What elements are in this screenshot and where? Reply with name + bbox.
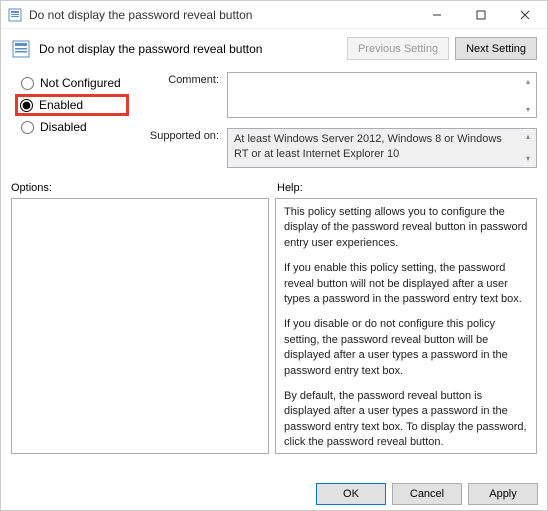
radio-disabled[interactable]: Disabled: [17, 116, 129, 138]
state-radios: Not Configured Enabled Disabled: [17, 72, 129, 168]
options-label: Options:: [11, 182, 277, 194]
radio-enabled-input[interactable]: [20, 99, 33, 112]
close-button[interactable]: [503, 1, 547, 29]
maximize-button[interactable]: [459, 1, 503, 29]
radio-enabled-label: Enabled: [39, 98, 83, 112]
options-panel: [11, 198, 269, 454]
cancel-button[interactable]: Cancel: [392, 483, 462, 505]
radio-not-configured[interactable]: Not Configured: [17, 72, 129, 94]
comment-label: Comment:: [139, 72, 219, 118]
supported-on-text: At least Windows Server 2012, Windows 8 …: [234, 133, 502, 160]
titlebar: Do not display the password reveal butto…: [1, 1, 547, 29]
help-text: By default, the password reveal button i…: [284, 389, 528, 451]
help-label: Help:: [277, 182, 303, 194]
radio-not-configured-label: Not Configured: [40, 76, 121, 90]
minimize-button[interactable]: [415, 1, 459, 29]
supported-on-value: At least Windows Server 2012, Windows 8 …: [227, 128, 537, 168]
help-panel: This policy setting allows you to config…: [275, 198, 537, 454]
help-text: If you disable or do not configure this …: [284, 317, 528, 379]
config-area: Not Configured Enabled Disabled Comment:…: [1, 70, 547, 174]
chevron-down-icon[interactable]: ▾: [520, 151, 536, 167]
radio-enabled[interactable]: Enabled: [15, 94, 129, 116]
chevron-up-icon[interactable]: ▴: [520, 129, 536, 145]
comment-input[interactable]: ▴ ▾: [227, 72, 537, 118]
policy-icon: [7, 7, 23, 23]
chevron-down-icon[interactable]: ▾: [520, 101, 536, 117]
previous-setting-button[interactable]: Previous Setting: [347, 37, 449, 60]
help-text: If you enable this policy setting, the p…: [284, 261, 528, 307]
supported-on-label: Supported on:: [139, 128, 219, 168]
ok-button[interactable]: OK: [316, 483, 386, 505]
policy-icon: [11, 39, 31, 59]
next-setting-button[interactable]: Next Setting: [455, 37, 537, 60]
radio-not-configured-input[interactable]: [21, 77, 34, 90]
radio-disabled-label: Disabled: [40, 120, 87, 134]
help-text: This policy setting allows you to config…: [284, 205, 528, 251]
policy-title: Do not display the password reveal butto…: [39, 42, 341, 56]
apply-button[interactable]: Apply: [468, 483, 538, 505]
radio-disabled-input[interactable]: [21, 121, 34, 134]
footer-buttons: OK Cancel Apply: [316, 483, 538, 505]
window-title: Do not display the password reveal butto…: [29, 8, 415, 22]
chevron-up-icon[interactable]: ▴: [520, 73, 536, 89]
header: Do not display the password reveal butto…: [1, 29, 547, 70]
